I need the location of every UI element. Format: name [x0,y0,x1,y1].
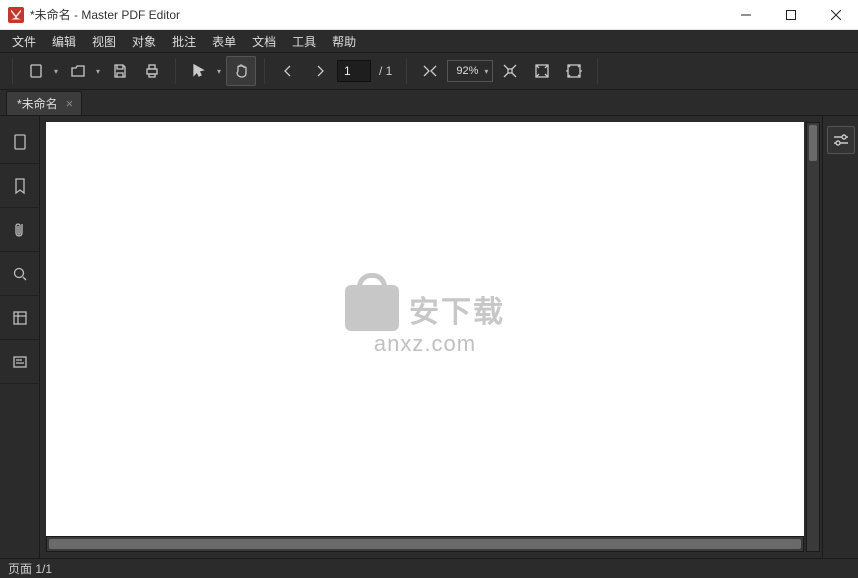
prev-page-button[interactable] [273,56,303,86]
close-button[interactable] [813,0,858,30]
document-page[interactable]: 安下载 anxz.com [46,122,804,536]
left-sidebar [0,116,40,558]
zoom-value: 92% [456,65,478,77]
watermark: 安下载 anxz.com [345,285,505,357]
open-dropdown[interactable]: ▾ [93,67,103,76]
status-page: 页面 1/1 [8,560,52,577]
horizontal-scrollbar[interactable] [46,536,804,552]
save-button[interactable] [105,56,135,86]
maximize-button[interactable] [768,0,813,30]
next-page-button[interactable] [305,56,335,86]
bookmarks-panel-button[interactable] [0,164,40,208]
titlebar: *未命名 - Master PDF Editor [0,0,858,30]
watermark-cn: 安下载 [409,287,505,331]
fit-width-button[interactable] [559,56,589,86]
workspace: 安下载 anxz.com [0,116,858,558]
menu-annotate[interactable]: 批注 [164,30,204,52]
menu-tools[interactable]: 工具 [284,30,324,52]
menu-form[interactable]: 表单 [204,30,244,52]
vertical-scrollbar[interactable] [806,122,820,552]
toolbar: ▾ ▾ ▾ / 1 92% ▾ [0,52,858,90]
watermark-en: anxz.com [345,331,505,357]
form-panel-button[interactable] [0,340,40,384]
new-button[interactable] [21,56,51,86]
open-button[interactable] [63,56,93,86]
tab-label: *未命名 [17,95,58,112]
minimize-button[interactable] [723,0,768,30]
chevron-down-icon: ▾ [484,67,488,76]
right-sidebar [822,116,858,558]
tab-document[interactable]: *未命名 × [6,91,82,115]
menubar: 文件 编辑 视图 对象 批注 表单 文档 工具 帮助 [0,30,858,52]
bag-icon [345,285,399,331]
window-title: *未命名 - Master PDF Editor [30,6,180,23]
menu-view[interactable]: 视图 [84,30,124,52]
new-dropdown[interactable]: ▾ [51,67,61,76]
menu-file[interactable]: 文件 [4,30,44,52]
fit-actual-button[interactable] [495,56,525,86]
zoom-tool[interactable] [415,56,445,86]
fit-page-button[interactable] [527,56,557,86]
menu-document[interactable]: 文档 [244,30,284,52]
hand-tool[interactable] [226,56,256,86]
select-dropdown[interactable]: ▾ [214,67,224,76]
settings-button[interactable] [827,126,855,154]
close-icon[interactable]: × [66,96,74,111]
menu-help[interactable]: 帮助 [324,30,364,52]
attachments-panel-button[interactable] [0,208,40,252]
menu-edit[interactable]: 编辑 [44,30,84,52]
zoom-combo[interactable]: 92% ▾ [447,60,493,82]
search-panel-button[interactable] [0,252,40,296]
page-area[interactable]: 安下载 anxz.com [46,122,804,552]
select-tool[interactable] [184,56,214,86]
pages-panel-button[interactable] [0,120,40,164]
thumbnails-panel-button[interactable] [0,296,40,340]
status-bar: 页面 1/1 [0,558,858,578]
page-total: / 1 [379,64,392,78]
page-input[interactable] [337,60,371,82]
print-button[interactable] [137,56,167,86]
app-icon [8,7,24,23]
tab-row: *未命名 × [0,90,858,116]
menu-object[interactable]: 对象 [124,30,164,52]
canvas-wrap: 安下载 anxz.com [40,116,822,558]
